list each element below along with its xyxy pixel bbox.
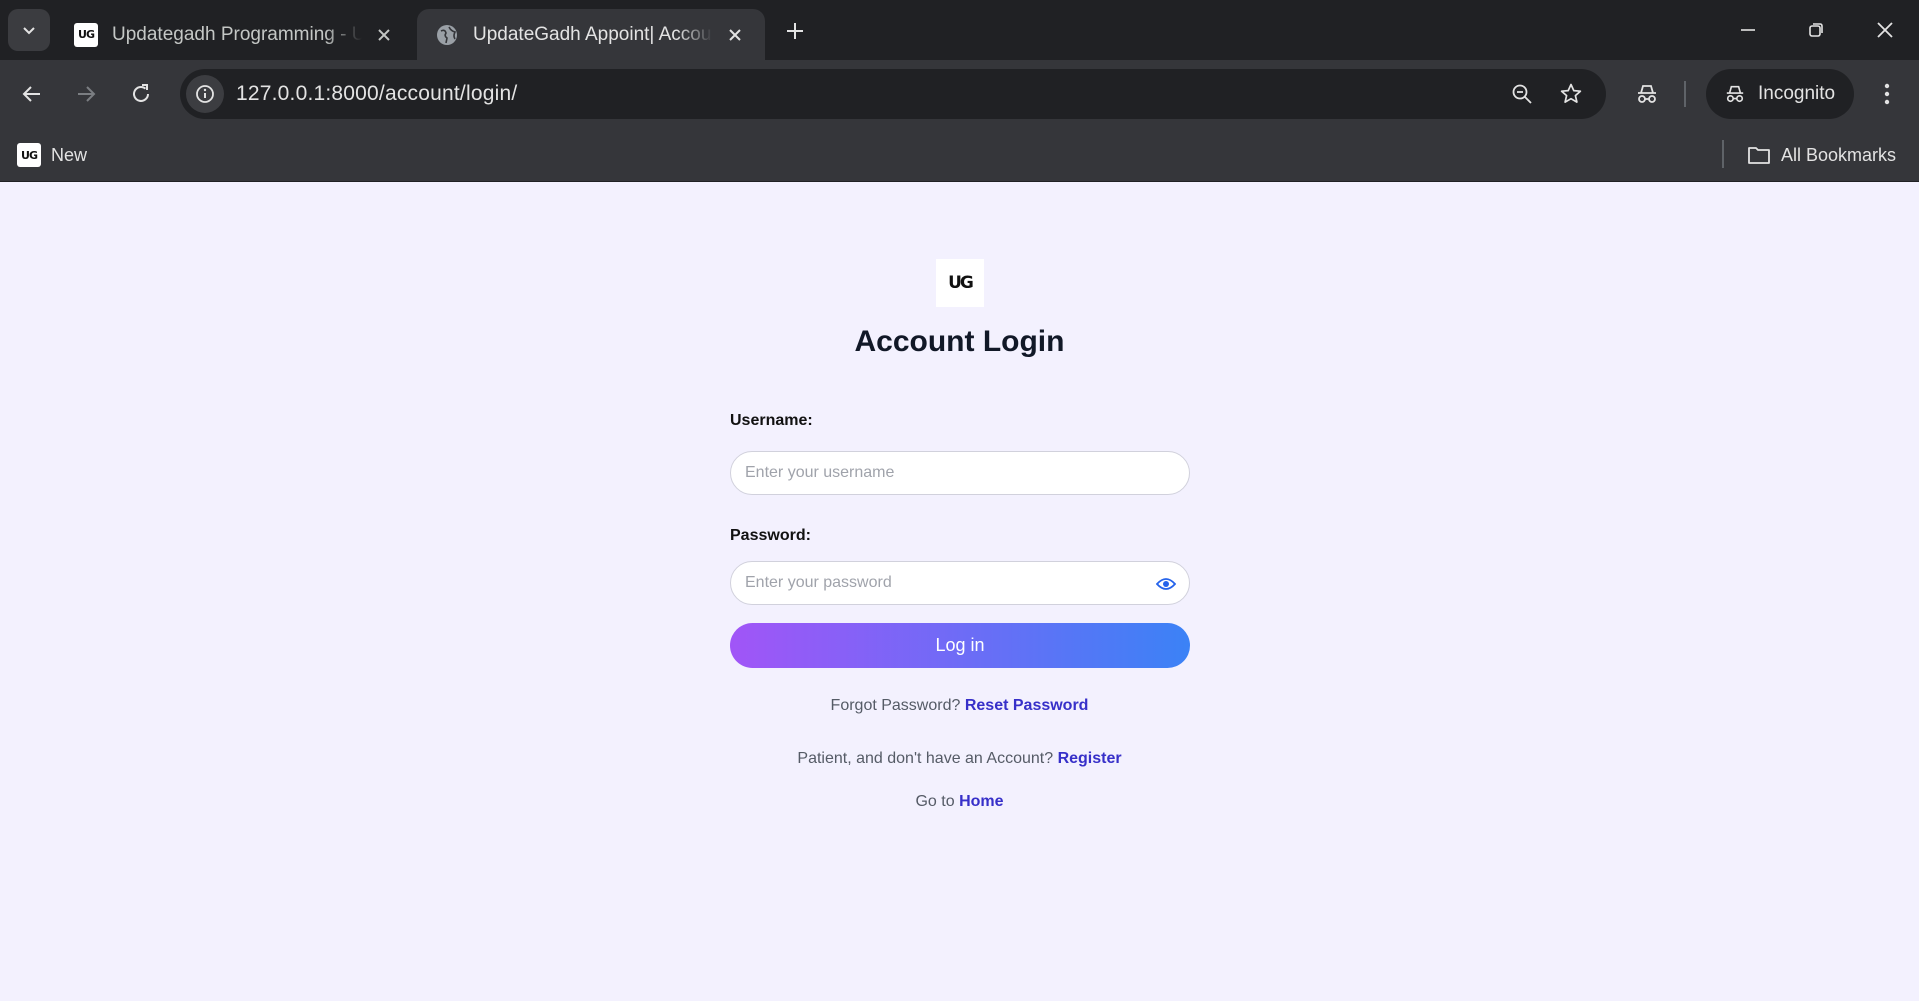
home-text: Go to: [915, 793, 955, 810]
reload-button[interactable]: [121, 74, 161, 114]
brand-logo[interactable]: UG: [936, 259, 984, 307]
incognito-profile-button[interactable]: Incognito: [1706, 69, 1854, 119]
register-text: Patient, and don't have an Account?: [797, 750, 1054, 767]
arrow-left-icon: [22, 86, 40, 102]
all-bookmarks-label: All Bookmarks: [1781, 144, 1897, 165]
kebab-menu-icon: [1884, 83, 1890, 105]
new-tab-button[interactable]: [778, 14, 812, 48]
tab-search-button[interactable]: [8, 9, 50, 51]
arrow-right-icon: [78, 86, 96, 102]
username-label: Username:: [730, 412, 813, 429]
restore-button[interactable]: [1791, 8, 1841, 52]
tab-title: UpdateGadh Appoint| Account: [473, 23, 713, 45]
close-icon[interactable]: [723, 23, 747, 47]
site-info-button[interactable]: [186, 75, 224, 113]
browser-menu-button[interactable]: [1867, 74, 1907, 114]
restore-icon: [1809, 23, 1823, 37]
password-input[interactable]: [730, 561, 1190, 605]
incognito-icon: [1638, 85, 1656, 103]
zoom-out-icon: [1512, 84, 1532, 104]
forgot-password-line: Forgot Password? Reset Password: [0, 697, 1919, 715]
login-page: UG Account Login Username: Password: Log…: [0, 182, 1919, 1001]
page-title: Account Login: [854, 325, 1065, 358]
eye-icon[interactable]: [1154, 572, 1178, 596]
tab-title: Updategadh Programming - Up: [112, 23, 362, 45]
tab-favicon-ug-logo: UG: [74, 22, 98, 47]
close-window-button[interactable]: [1860, 8, 1910, 52]
tab-strip: UG Updategadh Programming - Up UpdateGad…: [0, 0, 1919, 60]
username-input[interactable]: [730, 451, 1190, 495]
browser-toolbar: 127.0.0.1:8000/account/login/ Incognito: [0, 60, 1919, 128]
ug-logo-icon: UG: [17, 143, 41, 167]
chevron-down-icon: [23, 27, 35, 35]
folder-icon: [1748, 147, 1770, 164]
bookmark-new[interactable]: UG New: [17, 140, 87, 170]
forgot-text: Forgot Password?: [830, 697, 961, 714]
bookmark-star-button[interactable]: [1553, 76, 1589, 112]
minimize-button[interactable]: [1723, 8, 1773, 52]
incognito-icon: [1724, 84, 1746, 104]
all-bookmarks-button[interactable]: All Bookmarks: [1747, 140, 1896, 170]
plus-icon: [787, 23, 803, 39]
login-button[interactable]: Log in: [730, 623, 1190, 668]
zoom-button[interactable]: [1504, 76, 1540, 112]
close-icon: [1877, 22, 1893, 38]
home-link[interactable]: Home: [959, 793, 1003, 810]
info-icon: [196, 85, 214, 103]
address-bar[interactable]: 127.0.0.1:8000/account/login/: [180, 69, 1606, 119]
bookmark-label: New: [51, 144, 88, 165]
bookmarks-bar: UG New All Bookmarks: [0, 128, 1919, 182]
extensions-button[interactable]: [1627, 74, 1667, 114]
tab-updategadh-programming[interactable]: UG Updategadh Programming - Up: [56, 9, 414, 60]
back-button[interactable]: [12, 74, 52, 114]
close-icon[interactable]: [372, 23, 396, 47]
url-text[interactable]: 127.0.0.1:8000/account/login/: [236, 82, 517, 106]
password-label: Password:: [730, 527, 811, 544]
star-icon: [1560, 83, 1582, 103]
toolbar-divider: [1684, 81, 1686, 107]
forward-button[interactable]: [66, 74, 106, 114]
reload-icon: [133, 84, 149, 102]
home-line: Go to Home: [0, 793, 1919, 811]
incognito-label: Incognito: [1758, 83, 1836, 104]
globe-icon: [435, 23, 459, 47]
tab-account-login[interactable]: UpdateGadh Appoint| Account: [417, 9, 765, 60]
bookmarks-divider: [1722, 140, 1724, 168]
register-link[interactable]: Register: [1058, 750, 1122, 767]
reset-password-link[interactable]: Reset Password: [965, 697, 1089, 714]
minimize-icon: [1741, 29, 1755, 31]
register-line: Patient, and don't have an Account? Regi…: [0, 750, 1919, 768]
